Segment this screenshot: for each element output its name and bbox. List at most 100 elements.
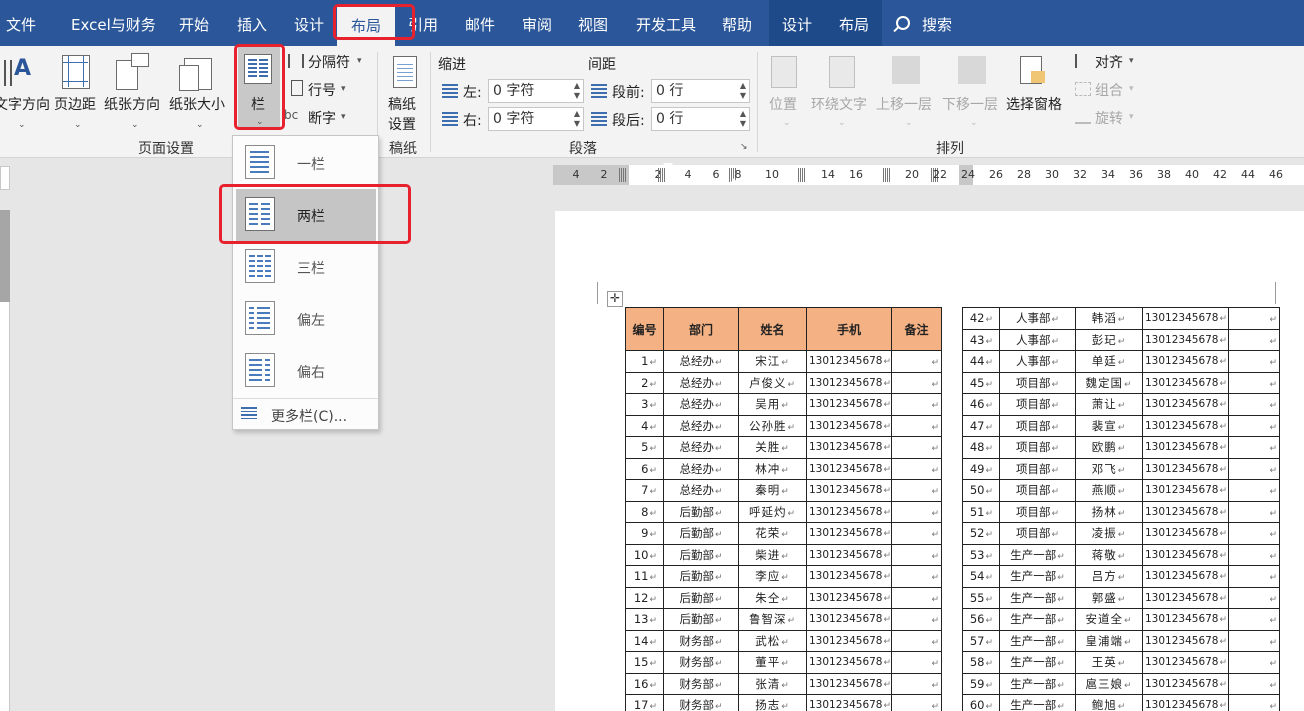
cell-id[interactable]: 54↵ <box>962 565 1000 588</box>
cell-name[interactable]: 花荣↵ <box>738 522 807 545</box>
page-size-icon[interactable] <box>179 58 212 91</box>
cell-note[interactable]: ↵ <box>891 500 942 523</box>
cell-dept[interactable]: 项目部↵ <box>999 436 1076 459</box>
cell-name[interactable]: 萧让↵ <box>1075 393 1143 416</box>
cell-note[interactable]: ↵ <box>891 371 942 394</box>
cell-id[interactable]: 3↵ <box>625 393 664 416</box>
cell-phone[interactable]: 13012345678↵ <box>1142 436 1229 459</box>
cell-id[interactable]: 9↵ <box>625 522 664 545</box>
cell-id[interactable]: 15↵ <box>625 651 664 674</box>
cell-dept[interactable]: 生产一部↵ <box>999 608 1076 631</box>
table-row[interactable]: 49↵ 项目部↵ 邓飞↵ 13012345678↵ ↵ <box>962 457 1280 480</box>
table-row[interactable]: 16↵ 财务部↵ 张清↵ 13012345678↵ ↵ <box>625 672 942 695</box>
table-row[interactable]: 7↵ 总经办↵ 秦明↵ 13012345678↵ ↵ <box>625 479 942 502</box>
cell-id[interactable]: 56↵ <box>962 608 1000 631</box>
cell-name[interactable]: 皇浦端↵ <box>1075 629 1143 652</box>
cell-name[interactable]: 公孙胜↵ <box>738 414 807 437</box>
page-size-label[interactable]: 纸张大小 <box>169 94 225 114</box>
cell-note[interactable]: ↵ <box>891 414 942 437</box>
cell-id[interactable]: 51↵ <box>962 500 1000 523</box>
columns-option-right[interactable]: 偏右 <box>233 345 378 397</box>
cell-id[interactable]: 60↵ <box>962 694 1000 711</box>
cell-id[interactable]: 5↵ <box>625 436 664 459</box>
group-icon[interactable] <box>1075 82 1091 96</box>
cell-dept[interactable]: 财务部↵ <box>663 629 739 652</box>
cell-name[interactable]: 单廷↵ <box>1075 350 1143 373</box>
cell-name[interactable]: 邓飞↵ <box>1075 457 1143 480</box>
cell-phone[interactable]: 13012345678↵ <box>806 608 892 631</box>
cell-phone[interactable]: 13012345678↵ <box>1142 414 1229 437</box>
cell-phone[interactable]: 13012345678↵ <box>806 371 892 394</box>
cell-dept[interactable]: 项目部↵ <box>999 371 1076 394</box>
cell-dept[interactable]: 项目部↵ <box>999 522 1076 545</box>
cell-note[interactable]: ↵ <box>1228 694 1280 711</box>
cell-dept[interactable]: 后勤部↵ <box>663 586 739 609</box>
cell-phone[interactable]: 13012345678↵ <box>806 350 892 373</box>
cell-phone[interactable]: 13012345678↵ <box>1142 565 1229 588</box>
columns-option-left[interactable]: 偏左 <box>233 293 378 345</box>
tab-design[interactable]: 设计 <box>294 0 324 46</box>
cell-dept[interactable]: 生产一部↵ <box>999 651 1076 674</box>
cell-dept[interactable]: 项目部↵ <box>999 479 1076 502</box>
rotate-label[interactable]: 旋转 <box>1095 108 1123 128</box>
table-row[interactable]: 53↵ 生产一部↵ 蒋敬↵ 13012345678↵ ↵ <box>962 543 1280 566</box>
horizontal-ruler[interactable]: 4 2 2 4 6 8 10 14 16 20 22 24 26 28 30 3… <box>553 163 1304 185</box>
cell-dept[interactable]: 项目部↵ <box>999 393 1076 416</box>
table-row[interactable]: 17↵ 财务部↵ 扬志↵ 13012345678↵ ↵ <box>625 694 942 711</box>
bring-forward-label[interactable]: 上移一层 <box>876 94 932 114</box>
cell-name[interactable]: 安道全↵ <box>1075 608 1143 631</box>
cell-dept[interactable]: 后勤部↵ <box>663 543 739 566</box>
cell-name[interactable]: 裴宣↵ <box>1075 414 1143 437</box>
table-row[interactable]: 55↵ 生产一部↵ 郭盛↵ 13012345678↵ ↵ <box>962 586 1280 609</box>
more-columns-item[interactable]: 更多栏(C)... <box>233 398 378 428</box>
cell-id[interactable]: 48↵ <box>962 436 1000 459</box>
cell-id[interactable]: 42↵ <box>962 307 1000 330</box>
cell-name[interactable]: 吕方↵ <box>1075 565 1143 588</box>
cell-id[interactable]: 17↵ <box>625 694 664 711</box>
cell-name[interactable]: 宋江↵ <box>738 350 807 373</box>
spacing-after-input[interactable]: 0 行 ▲ ▼ <box>651 107 750 131</box>
cell-dept[interactable]: 生产一部↵ <box>999 586 1076 609</box>
cell-note[interactable]: ↵ <box>1228 328 1280 351</box>
first-line-indent-marker[interactable] <box>663 163 673 170</box>
tab-excel-finance[interactable]: Excel与财务 <box>71 0 156 46</box>
cell-phone[interactable]: 13012345678↵ <box>806 543 892 566</box>
breaks-icon[interactable] <box>288 54 304 68</box>
cell-id[interactable]: 7↵ <box>625 479 664 502</box>
cell-id[interactable]: 2↵ <box>625 371 664 394</box>
cell-phone[interactable]: 13012345678↵ <box>806 500 892 523</box>
cell-name[interactable]: 张清↵ <box>738 672 807 695</box>
cell-name[interactable]: 关胜↵ <box>738 436 807 459</box>
cell-phone[interactable]: 13012345678↵ <box>1142 694 1229 711</box>
cell-name[interactable]: 卢俊义↵ <box>738 371 807 394</box>
cell-phone[interactable]: 13012345678↵ <box>1142 371 1229 394</box>
table-row[interactable]: 54↵ 生产一部↵ 吕方↵ 13012345678↵ ↵ <box>962 565 1280 588</box>
send-backward-label[interactable]: 下移一层 <box>942 94 998 114</box>
table-row[interactable]: 42↵ 人事部↵ 韩滔↵ 13012345678↵ ↵ <box>962 307 1280 330</box>
cell-id[interactable]: 59↵ <box>962 672 1000 695</box>
cell-phone[interactable]: 13012345678↵ <box>806 629 892 652</box>
cell-note[interactable]: ↵ <box>1228 414 1280 437</box>
tab-home[interactable]: 开始 <box>179 0 209 46</box>
cell-dept[interactable]: 总经办↵ <box>663 393 739 416</box>
cell-phone[interactable]: 13012345678↵ <box>806 651 892 674</box>
cell-name[interactable]: 林冲↵ <box>738 457 807 480</box>
tab-mailings[interactable]: 邮件 <box>465 0 495 46</box>
cell-name[interactable]: 柴进↵ <box>738 543 807 566</box>
indent-left-input[interactable]: 0 字符 ▲ ▼ <box>488 79 584 103</box>
tab-view[interactable]: 视图 <box>578 0 608 46</box>
cell-name[interactable]: 秦明↵ <box>738 479 807 502</box>
cell-note[interactable]: ↵ <box>891 350 942 373</box>
manuscript-icon[interactable] <box>393 56 417 88</box>
cell-note[interactable]: ↵ <box>1228 350 1280 373</box>
cell-name[interactable]: 鲁智深↵ <box>738 608 807 631</box>
align-icon[interactable] <box>1075 54 1091 68</box>
cell-dept[interactable]: 财务部↵ <box>663 694 739 711</box>
cell-dept[interactable]: 项目部↵ <box>999 500 1076 523</box>
table-row[interactable]: 60↵ 生产一部↵ 鲍旭↵ 13012345678↵ ↵ <box>962 694 1280 711</box>
cell-name[interactable]: 郭盛↵ <box>1075 586 1143 609</box>
cell-phone[interactable]: 13012345678↵ <box>806 479 892 502</box>
hanging-indent-marker[interactable] <box>663 178 673 185</box>
cell-note[interactable]: ↵ <box>891 651 942 674</box>
orientation-icon[interactable] <box>116 53 149 90</box>
